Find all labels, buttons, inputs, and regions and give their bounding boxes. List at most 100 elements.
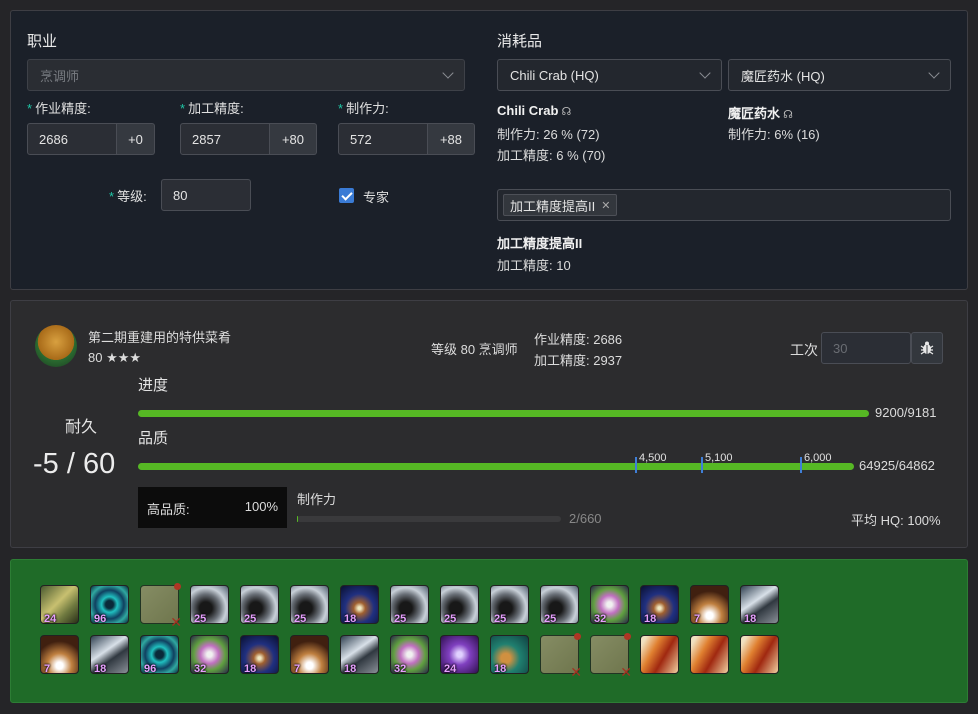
observe-icon[interactable]: 7: [290, 635, 329, 675]
buff-select[interactable]: 加工精度提高II ✕: [497, 189, 951, 221]
job-class-placeholder: 烹调师: [40, 68, 80, 84]
great-strides-icon[interactable]: 32: [190, 635, 229, 675]
potion-select[interactable]: 魔匠药水 (HQ): [728, 59, 951, 91]
craftsmanship-label: * 作业精度:: [27, 101, 91, 116]
craftsmanship-input[interactable]: 2686: [27, 123, 117, 155]
close-icon[interactable]: ✕: [601, 199, 610, 212]
level-label: * 等级:: [109, 189, 147, 204]
food-select-value: Chili Crab (HQ): [510, 67, 599, 83]
cp-bar: [297, 516, 298, 522]
action-cp-cost: 18: [344, 613, 357, 625]
progress-label: 进度: [138, 377, 169, 394]
groundwork-icon[interactable]: 25: [290, 585, 329, 625]
consumables-title: 消耗品: [497, 33, 543, 50]
great-strides-icon[interactable]: 32: [390, 635, 429, 675]
food-select[interactable]: Chili Crab (HQ): [497, 59, 722, 91]
veneration-icon[interactable]: 18: [490, 635, 529, 675]
hq-icon: ☊: [558, 106, 572, 118]
job-title: 职业: [27, 33, 58, 50]
fail-x-icon: ✕: [570, 664, 582, 680]
quality-tick: [635, 457, 637, 473]
avg-hq: 平均 HQ: 100%: [851, 513, 941, 528]
recipe-icon: [35, 325, 77, 367]
quality-tick: [701, 457, 703, 473]
potion-select-value: 魔匠药水 (HQ): [741, 68, 825, 84]
muscle-memory-icon[interactable]: 24: [40, 585, 79, 625]
specialist-checkbox[interactable]: [339, 188, 354, 203]
innovation-icon[interactable]: 18: [240, 635, 279, 675]
control-input[interactable]: 2857: [180, 123, 270, 155]
food-effect-2: 加工精度: 6 % (70): [497, 148, 606, 163]
buff-tag: 加工精度提高II ✕: [503, 194, 618, 216]
careful-synthesis-icon[interactable]: [690, 635, 729, 674]
failed-action-icon[interactable]: ✕: [590, 633, 632, 680]
groundwork-icon[interactable]: 25: [240, 585, 279, 625]
quality-tick-label: 4,500: [639, 452, 667, 464]
action-cp-cost: 25: [244, 613, 257, 625]
simulation-panel: 第二期重建用的特供菜肴 80 ★★★ 等级 80 烹调师 作业精度: 2686 …: [10, 300, 968, 548]
basic-touch-icon[interactable]: 18: [740, 585, 779, 625]
action-cp-cost: 7: [694, 613, 701, 625]
great-strides-icon[interactable]: 32: [590, 585, 629, 625]
innovation-icon[interactable]: 18: [640, 585, 679, 625]
quality-bar: [138, 463, 854, 470]
groundwork-icon[interactable]: 25: [190, 585, 229, 625]
cp-input[interactable]: 572: [338, 123, 428, 155]
byregots-blessing-icon[interactable]: 24: [440, 635, 479, 675]
careful-synthesis-icon[interactable]: [640, 635, 679, 674]
error-dot-icon: [574, 633, 581, 640]
groundwork-icon[interactable]: 25: [490, 585, 529, 625]
buff-effect: 加工精度: 10: [497, 258, 571, 273]
groundwork-icon[interactable]: 25: [540, 585, 579, 625]
action-cp-cost: 24: [44, 613, 57, 625]
control-bonus: +80: [270, 123, 317, 155]
durability-value: -5 / 60: [33, 448, 116, 480]
debug-button[interactable]: [911, 332, 943, 364]
settings-panel: 职业 烹调师 * 作业精度: 2686 +0 * 加工精度: 2857 +80 * 制…: [10, 10, 968, 290]
groundwork-icon[interactable]: 25: [390, 585, 429, 625]
basic-touch-icon[interactable]: 18: [340, 635, 379, 675]
action-cp-cost: 7: [44, 663, 51, 675]
action-cp-cost: 18: [644, 613, 657, 625]
potion-effect-1: 制作力: 6% (16): [728, 127, 820, 142]
action-cp-cost: 96: [144, 663, 157, 675]
level-input[interactable]: 80: [161, 179, 251, 211]
buff-name: 加工精度提高II: [497, 236, 583, 251]
hq-icon: ☊: [780, 109, 793, 121]
bug-icon: [920, 341, 934, 355]
crafter-craftsmanship: 作业精度: 2686: [534, 332, 623, 347]
action-cp-cost: 32: [394, 663, 407, 675]
chevron-down-icon: [699, 66, 711, 79]
job-class-select[interactable]: 烹调师: [27, 59, 465, 91]
action-cp-cost: 25: [494, 613, 507, 625]
observe-icon[interactable]: 7: [40, 635, 79, 675]
cp-track: [297, 516, 561, 522]
steps-input[interactable]: 30: [821, 332, 911, 364]
fail-x-icon: ✕: [170, 614, 182, 630]
hq-value: 100%: [244, 499, 278, 514]
observe-icon[interactable]: 7: [690, 585, 729, 625]
action-cp-cost: 18: [244, 663, 257, 675]
action-cp-cost: 25: [444, 613, 457, 625]
craftsmanship-bonus: +0: [117, 123, 155, 155]
basic-touch-icon[interactable]: 18: [90, 635, 129, 675]
action-cp-cost: 18: [744, 613, 757, 625]
crafter-level: 等级 80 烹调师: [431, 342, 518, 357]
failed-action-icon[interactable]: ✕: [140, 583, 182, 630]
action-cp-cost: 32: [194, 663, 207, 675]
rotation-panel: 24 96 ✕ 25 25 25 18 25 25 25 25 32 18 7 18 7 18 96 32 18 7 1…: [10, 559, 968, 703]
quality-label: 品质: [138, 430, 169, 447]
groundwork-icon[interactable]: 25: [440, 585, 479, 625]
action-cp-cost: 96: [94, 613, 107, 625]
manipulation-icon[interactable]: 96: [90, 585, 129, 625]
durability-label: 耐久: [65, 419, 98, 436]
steps-label: 工次: [790, 342, 818, 358]
manipulation-icon[interactable]: 96: [140, 635, 179, 675]
careful-synthesis-icon[interactable]: [740, 635, 779, 674]
innovation-icon[interactable]: 18: [340, 585, 379, 625]
action-cp-cost: 32: [594, 613, 607, 625]
fail-x-icon: ✕: [620, 664, 632, 680]
recipe-level: 80 ★★★: [88, 350, 142, 365]
failed-action-icon[interactable]: ✕: [540, 633, 582, 680]
hq-label: 高品质:: [147, 502, 190, 517]
